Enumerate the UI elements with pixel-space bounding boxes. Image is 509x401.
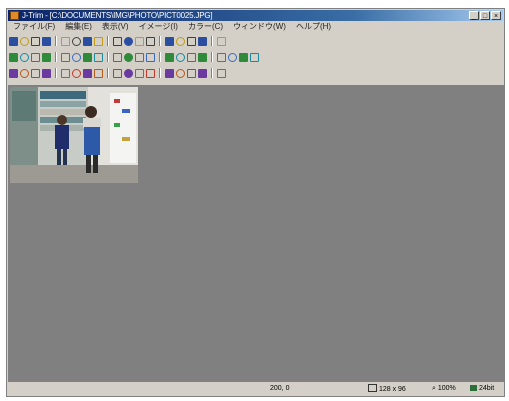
color-wheel-icon[interactable] bbox=[113, 68, 122, 78]
minimize-button[interactable]: _ bbox=[469, 11, 479, 20]
new-icon[interactable] bbox=[9, 36, 18, 46]
swatch-icon[interactable] bbox=[72, 68, 81, 78]
window-title: J-Trim - [C:\DOCUMENTS\IMG\PHOTO\PICT002… bbox=[22, 11, 213, 20]
toolbar-edit bbox=[9, 50, 259, 64]
shop-photo bbox=[10, 87, 138, 183]
zoom-fit-icon[interactable] bbox=[217, 68, 226, 78]
status-coords: 200, 0 bbox=[270, 385, 290, 392]
copy-icon[interactable] bbox=[72, 36, 81, 46]
image-icon[interactable] bbox=[83, 68, 92, 78]
dot-icon[interactable] bbox=[198, 52, 207, 62]
undo-icon[interactable] bbox=[113, 36, 122, 46]
resize-icon[interactable] bbox=[72, 52, 81, 62]
arrow-icon[interactable] bbox=[61, 52, 70, 62]
redo-icon[interactable] bbox=[124, 36, 133, 46]
settings-icon[interactable] bbox=[250, 52, 259, 62]
stamp-icon[interactable] bbox=[239, 52, 248, 62]
toolbar-color bbox=[9, 66, 226, 80]
fill-icon[interactable] bbox=[146, 52, 155, 62]
print-icon[interactable] bbox=[42, 36, 51, 46]
toolbar-separator bbox=[211, 52, 213, 62]
flip-v-icon[interactable] bbox=[42, 52, 51, 62]
photo-document[interactable] bbox=[10, 87, 138, 183]
window-controls: _ □ × bbox=[469, 11, 501, 20]
app-window: J-Trim - [C:\DOCUMENTS\IMG\PHOTO\PICT002… bbox=[6, 8, 505, 397]
cut-icon[interactable] bbox=[61, 36, 70, 46]
toolbar-separator bbox=[211, 36, 213, 46]
filter-icon[interactable] bbox=[94, 68, 103, 78]
menu-edit[interactable]: 編集(E) bbox=[60, 22, 97, 32]
toolbar-separator bbox=[55, 68, 57, 78]
zoom-icon: ⌕ bbox=[432, 385, 436, 392]
app-icon[interactable] bbox=[10, 11, 19, 20]
maximize-button[interactable]: □ bbox=[480, 11, 490, 20]
status-zoom: ⌕ 100% bbox=[432, 384, 456, 394]
blur-icon[interactable] bbox=[176, 52, 185, 62]
monitor-icon[interactable] bbox=[176, 68, 185, 78]
paste-icon[interactable] bbox=[83, 36, 92, 46]
sharpen-icon[interactable] bbox=[187, 52, 196, 62]
status-bar: 200, 0 128 x 96 ⌕ 100% 24bit bbox=[8, 383, 503, 395]
save-icon[interactable] bbox=[31, 36, 40, 46]
brightness-icon[interactable] bbox=[124, 52, 133, 62]
image-size-text: 128 x 96 bbox=[378, 386, 406, 393]
toolbar-separator bbox=[159, 36, 161, 46]
rgb-icon[interactable] bbox=[61, 68, 70, 78]
flag-icon[interactable] bbox=[31, 68, 40, 78]
menu-file[interactable]: ファイル(F) bbox=[8, 22, 60, 32]
zoom-out-icon[interactable] bbox=[187, 68, 196, 78]
toolbar-separator bbox=[159, 68, 161, 78]
menu-window[interactable]: ウィンドウ(W) bbox=[228, 22, 291, 32]
menu-view[interactable]: 表示(V) bbox=[97, 22, 134, 32]
flip-h-icon[interactable] bbox=[31, 52, 40, 62]
ruler-icon[interactable] bbox=[187, 36, 196, 46]
image-size-icon bbox=[368, 384, 377, 392]
mosaic-icon[interactable] bbox=[165, 52, 174, 62]
menu-help[interactable]: ヘルプ(H) bbox=[291, 22, 336, 32]
water-icon[interactable] bbox=[135, 68, 144, 78]
close-button[interactable]: × bbox=[491, 11, 501, 20]
open-icon[interactable] bbox=[20, 36, 29, 46]
zoom-text: 100% bbox=[437, 385, 456, 392]
toolbar-separator bbox=[159, 52, 161, 62]
pencil-icon[interactable] bbox=[9, 68, 18, 78]
status-image-size: 128 x 96 bbox=[368, 384, 406, 394]
color-depth-icon bbox=[470, 385, 477, 391]
palette-icon[interactable] bbox=[20, 68, 29, 78]
menu-bar: ファイル(F) 編集(E) 表示(V) イメージ(I) カラー(C) ウィンドウ… bbox=[8, 22, 503, 32]
contrast-icon[interactable] bbox=[135, 52, 144, 62]
toolbar-separator bbox=[55, 52, 57, 62]
color-icon[interactable] bbox=[217, 36, 226, 46]
spray-icon[interactable] bbox=[165, 68, 174, 78]
grid-icon[interactable] bbox=[176, 36, 185, 46]
status-color-depth: 24bit bbox=[470, 384, 494, 394]
curve-icon[interactable] bbox=[42, 68, 51, 78]
toolbar-separator bbox=[107, 36, 109, 46]
title-bar[interactable]: J-Trim - [C:\DOCUMENTS\IMG\PHOTO\PICT002… bbox=[8, 10, 503, 21]
line-icon[interactable] bbox=[165, 36, 174, 46]
text-icon[interactable] bbox=[146, 36, 155, 46]
effect2-icon[interactable] bbox=[94, 52, 103, 62]
rotate-icon[interactable] bbox=[20, 52, 29, 62]
find-icon[interactable] bbox=[94, 36, 103, 46]
toolbar-standard bbox=[9, 34, 226, 48]
border-icon[interactable] bbox=[217, 52, 226, 62]
brush-icon[interactable] bbox=[228, 52, 237, 62]
brush2-icon[interactable] bbox=[124, 68, 133, 78]
eyedropper-icon[interactable] bbox=[198, 36, 207, 46]
toolbar-separator bbox=[107, 68, 109, 78]
color-depth-text: 24bit bbox=[478, 385, 495, 392]
effect3-icon[interactable] bbox=[113, 52, 122, 62]
image-workspace[interactable] bbox=[8, 85, 504, 382]
toolbar-separator bbox=[107, 52, 109, 62]
zoom-in-icon[interactable] bbox=[198, 68, 207, 78]
menu-color[interactable]: カラー(C) bbox=[183, 22, 228, 32]
toolbar-separator bbox=[55, 36, 57, 46]
frame-icon[interactable] bbox=[135, 36, 144, 46]
toolbar-separator bbox=[211, 68, 213, 78]
select-icon[interactable] bbox=[9, 52, 18, 62]
menu-image[interactable]: イメージ(I) bbox=[134, 22, 183, 32]
draw-icon[interactable] bbox=[146, 68, 155, 78]
effect1-icon[interactable] bbox=[83, 52, 92, 62]
